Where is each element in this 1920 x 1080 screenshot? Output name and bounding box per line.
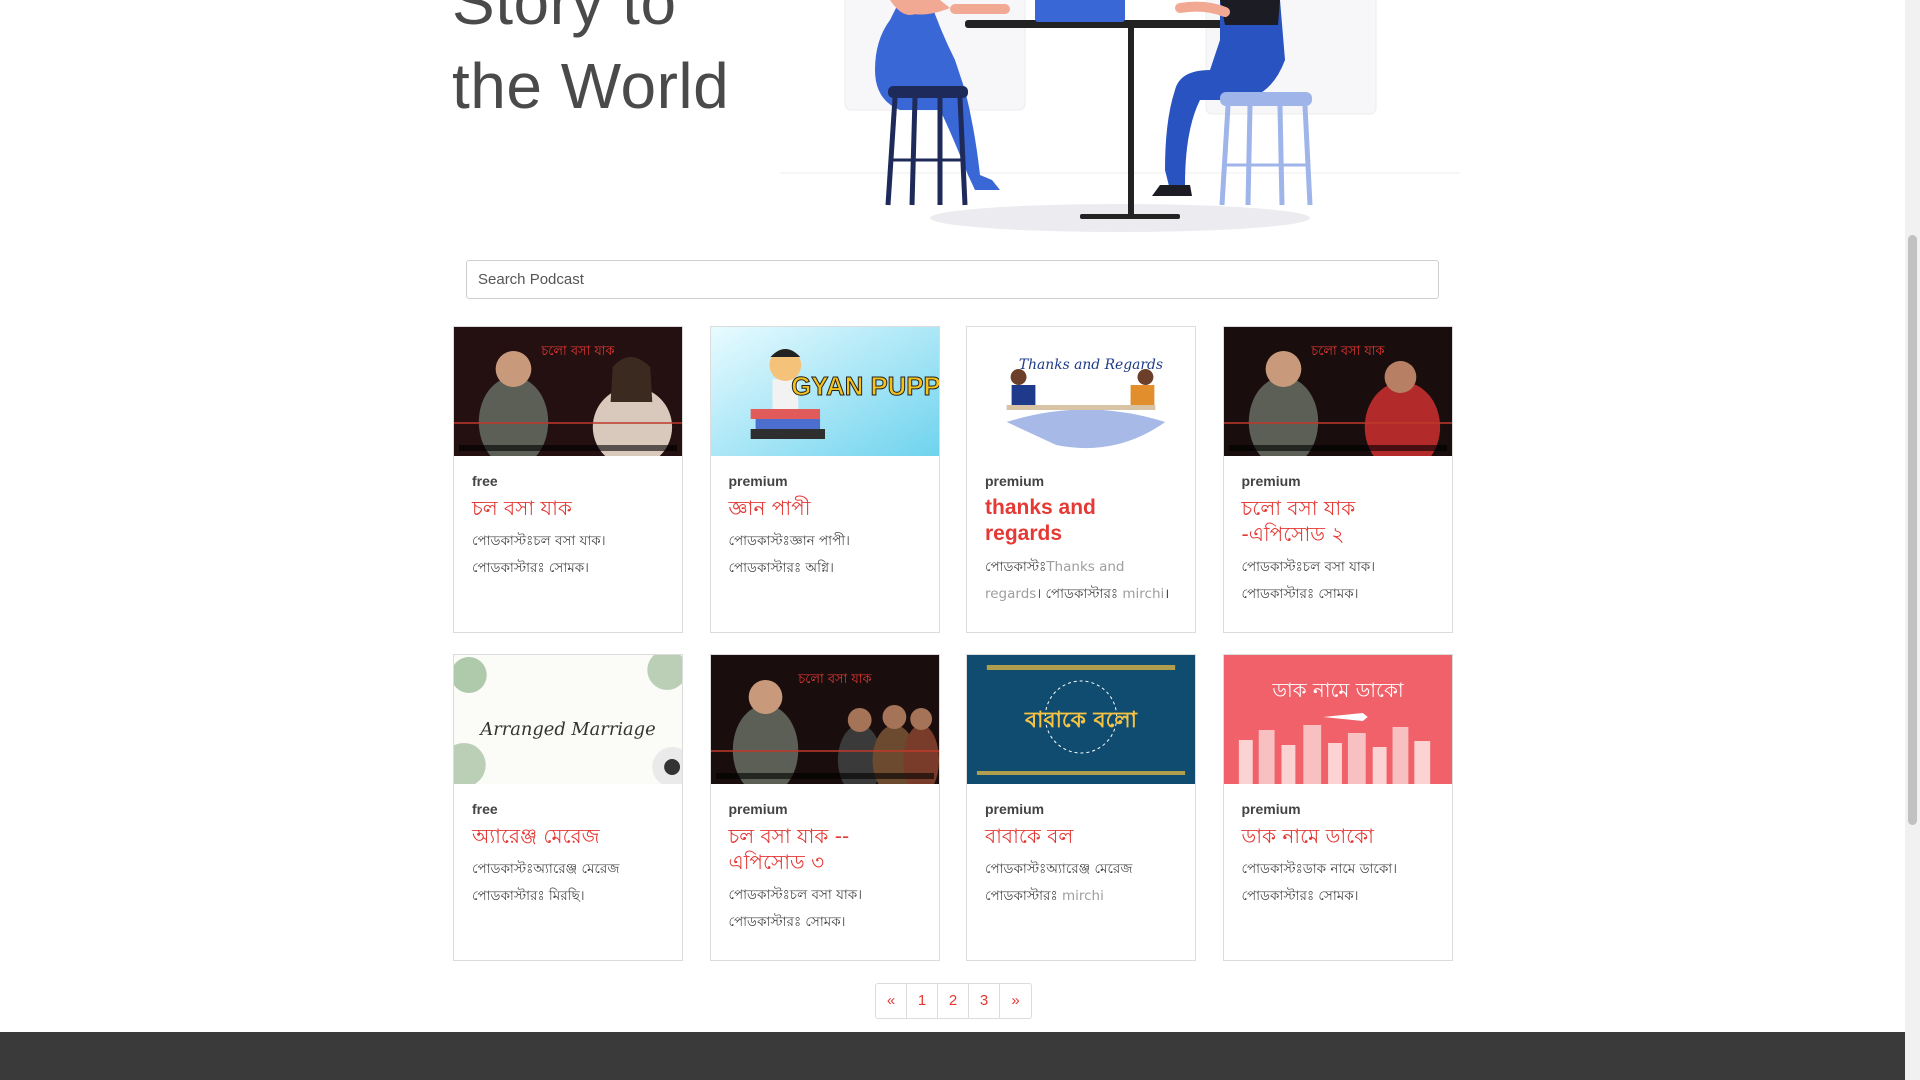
podcast-title[interactable]: thanks and regards: [985, 495, 1177, 547]
pagination-page-3[interactable]: 3: [969, 984, 1000, 1018]
description-podcaster: mirchi: [1061, 888, 1104, 904]
podcast-thumbnail[interactable]: বাবাকে বলো: [967, 655, 1195, 784]
pagination-page-1[interactable]: 1: [907, 984, 938, 1018]
podcast-title[interactable]: বাবাকে বল: [985, 823, 1177, 849]
scrollbar-thumb[interactable]: [1908, 235, 1917, 825]
podcast-description: পোডকাস্টঃঅ্যারেঞ্জ মেরেজ পোডকাস্টারঃ মির…: [472, 861, 620, 904]
tier-badge: premium: [728, 473, 788, 489]
pagination-prev-button[interactable]: «: [876, 984, 907, 1018]
podcast-title[interactable]: চল বসা যাক: [472, 495, 664, 521]
podcast-description: পোডকাস্টঃচল বসা যাক। পোডকাস্টারঃ সোমক।: [472, 533, 606, 576]
podcast-title[interactable]: জ্ঞান পাপী: [729, 495, 921, 521]
pagination-next-button[interactable]: »: [1000, 984, 1031, 1018]
footer: [0, 1032, 1905, 1080]
description-prefix: পোডকাস্টঃঅ্যারেঞ্জ মেরেজ পোডকাস্টারঃ: [985, 861, 1133, 904]
tier-badge: premium: [1241, 473, 1301, 489]
podcast-title[interactable]: অ্যারেঞ্জ মেরেজ: [472, 823, 664, 849]
hero-illustration: [780, 0, 1460, 232]
thumbnail-title: চলো বসা যাক: [797, 672, 872, 687]
pagination: « 1 2 3 »: [875, 983, 1032, 1019]
thumbnail-title: চলো বসা যাক: [540, 344, 615, 359]
thumbnail-title: বাবাকে বলো: [1024, 708, 1139, 733]
podcast-description: পোডকাস্টঃThanks and regards। পোডকাস্টারঃ…: [985, 554, 1177, 608]
podcast-thumbnail[interactable]: চলো বসা যাক: [454, 327, 682, 456]
podcast-card[interactable]: Thanks and Regards premium thanks and re…: [966, 326, 1196, 633]
description-middle: । পোডকাস্টারঃ: [1036, 586, 1123, 602]
description-prefix: পোডকাস্টঃ: [985, 559, 1047, 575]
thumbnail-title: Arranged Marriage: [478, 719, 655, 740]
podcast-description: পোডকাস্টঃজ্ঞান পাপী। পোডকাস্টারঃ অগ্নি।: [728, 533, 850, 576]
podcast-title[interactable]: চলো বসা যাক -এপিসোড ২: [1242, 495, 1434, 547]
hero-title: Story to the World: [452, 0, 729, 128]
tier-badge: free: [472, 473, 498, 489]
thumbnail-title: ডাক নামে ডাকো: [1271, 679, 1404, 702]
podcast-thumbnail[interactable]: GYAN PUPPY: [710, 327, 939, 456]
podcast-title[interactable]: ডাক নামে ডাকো: [1242, 823, 1434, 849]
podcast-description: পোডকাস্টঃচল বসা যাক। পোডকাস্টারঃ সোমক।: [1241, 559, 1376, 602]
search-input[interactable]: [466, 260, 1439, 299]
podcast-card[interactable]: ডাক নামে ডাকো premium ডাক নামে ডাকো পোডক…: [1222, 654, 1453, 961]
podcast-description: পোডকাস্টঃচল বসা যাক। পোডকাস্টারঃ সোমক।: [728, 887, 863, 930]
podcast-card[interactable]: Arranged Marriage free অ্যারেঞ্জ মেরেজ প…: [453, 654, 683, 961]
tier-badge: premium: [985, 473, 1045, 489]
podcast-grid: চলো বসা যাক free চল বসা যাক পোডকাস্টঃচল …: [453, 326, 1453, 961]
podcast-thumbnail[interactable]: চলো বসা যাক: [1223, 327, 1452, 456]
description-suffix: ।: [1164, 586, 1170, 602]
tier-badge: premium: [1241, 801, 1301, 817]
podcast-card[interactable]: GYAN PUPPY premium জ্ঞান পাপী পোডকাস্টঃজ…: [709, 326, 940, 633]
tier-badge: free: [472, 801, 498, 817]
podcast-thumbnail[interactable]: ডাক নামে ডাকো: [1223, 655, 1452, 784]
podcast-thumbnail[interactable]: চলো বসা যাক: [710, 655, 939, 784]
podcast-card[interactable]: চলো বসা যাক free চল বসা যাক পোডকাস্টঃচল …: [453, 326, 683, 633]
podcast-thumbnail[interactable]: Thanks and Regards: [967, 327, 1195, 456]
thumbnail-title: GYAN PUPPY: [791, 373, 939, 401]
tier-badge: premium: [985, 801, 1045, 817]
hero-title-line1: Story to: [452, 0, 677, 38]
podcast-description: পোডকাস্টঃঅ্যারেঞ্জ মেরেজ পোডকাস্টারঃ mir…: [985, 856, 1177, 910]
tier-badge: premium: [728, 801, 788, 817]
podcast-thumbnail[interactable]: Arranged Marriage: [454, 655, 682, 784]
podcast-card[interactable]: চলো বসা যাক premium চল বসা যাক --এপিসোড …: [709, 654, 940, 961]
podcast-card[interactable]: বাবাকে বলো premium বাবাকে বল পোডকাস্টঃঅ্…: [966, 654, 1196, 961]
thumbnail-title: চলো বসা যাক: [1310, 344, 1385, 359]
podcast-card[interactable]: চলো বসা যাক premium চলো বসা যাক -এপিসোড …: [1222, 326, 1453, 633]
podcast-title[interactable]: চল বসা যাক --এপিসোড ৩: [729, 823, 921, 875]
pagination-page-2[interactable]: 2: [938, 984, 969, 1018]
hero-title-line2: the World: [452, 50, 730, 122]
description-podcaster: mirchi: [1122, 586, 1165, 602]
podcast-description: পোডকাস্টঃডাক নামে ডাকো। পোডকাস্টারঃ সোমক…: [1241, 861, 1398, 904]
scrollbar[interactable]: [1905, 0, 1920, 1080]
